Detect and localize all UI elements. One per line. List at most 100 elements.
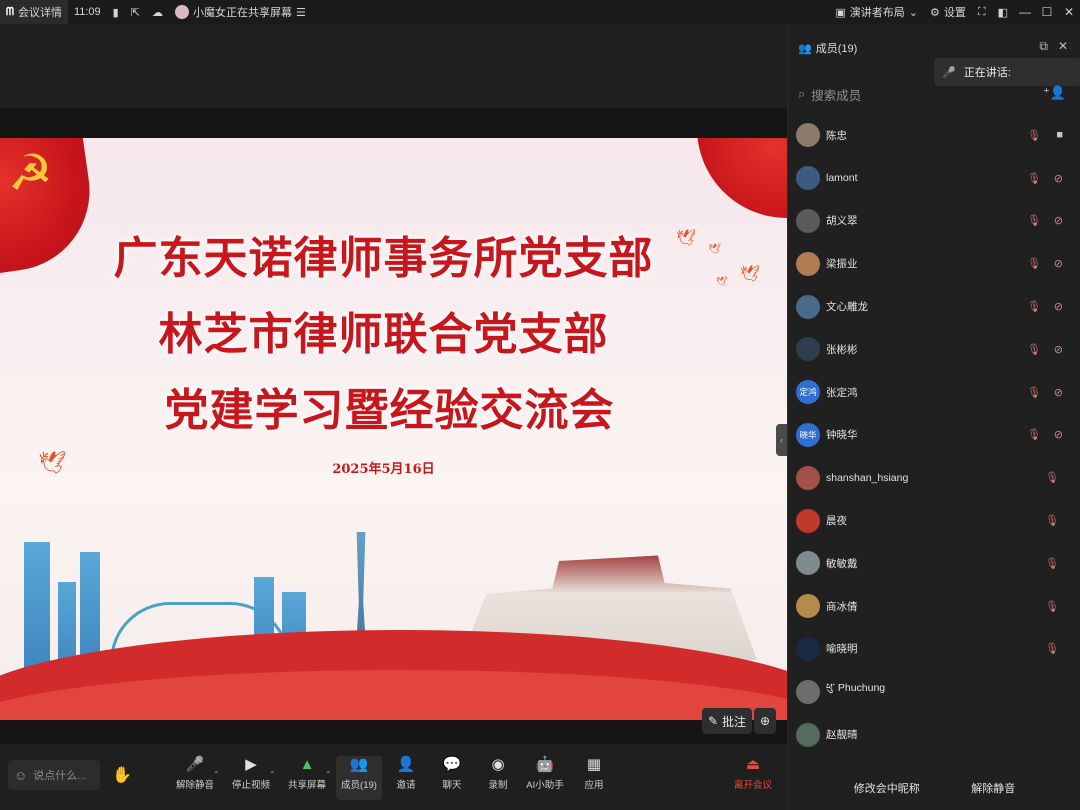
video-camera-icon: ▶ xyxy=(245,756,257,773)
mic-muted-icon[interactable]: 🎙 xyxy=(1027,343,1041,356)
share-screen-button[interactable]: ▲ 共享屏幕 xyxy=(284,756,330,800)
member-row[interactable]: 晓华 钟晓华 🎙 ⊘ xyxy=(788,414,1080,457)
close-icon[interactable]: ✕ xyxy=(1058,5,1080,19)
invite-button[interactable]: 👤 邀请 xyxy=(383,756,429,800)
invite-member-icon[interactable]: ⁺👤 xyxy=(1043,85,1066,101)
unmute-self-button[interactable]: 解除静音 xyxy=(971,780,1015,796)
city-tower xyxy=(24,542,50,672)
audio-options-chevron-icon[interactable]: ⌃ xyxy=(213,770,220,779)
member-row[interactable]: 定鸿 张定鸿 🎙 ⊘ xyxy=(788,371,1080,414)
mic-muted-icon[interactable]: 🎙 xyxy=(1045,642,1059,655)
member-row[interactable]: 梁振业 🎙 ⊘ xyxy=(788,242,1080,285)
apps-grid-icon: ▦ xyxy=(586,756,602,773)
title-bar: ᗰ 会议详情 11:09 ▮ ⇱ ☁ 小魔女正在共享屏幕 ☰ ▣ 演讲者布局 ⌄… xyxy=(0,0,1080,24)
avatar xyxy=(796,166,820,191)
annotate-button[interactable]: ✎ 批注 xyxy=(702,708,752,734)
mic-muted-icon[interactable]: 🎙 xyxy=(1045,514,1059,527)
camera-icon[interactable]: ■ xyxy=(1056,129,1063,141)
mic-muted-icon[interactable]: 🎙 xyxy=(1027,300,1041,313)
shared-slide: ☭ 广东天诺律师事务所党支部 林芝市律师联合党支部 党建学习暨经验交流会 202… xyxy=(0,138,787,720)
mic-muted-icon[interactable]: 🎙 xyxy=(1027,172,1041,185)
zoom-in-icon: ⊕ xyxy=(759,714,771,728)
zoom-button[interactable]: ⊕ xyxy=(754,708,776,734)
member-row[interactable]: 喻晓明 🎙 xyxy=(788,628,1080,671)
rename-button[interactable]: 修改会中昵称 xyxy=(854,780,920,796)
member-name: 张定鸿 xyxy=(826,386,858,399)
meeting-time: 11:09 xyxy=(68,0,107,24)
member-name: 喻晓明 xyxy=(826,643,858,656)
presenter-layout-button[interactable]: ▣ 演讲者布局 ⌄ xyxy=(829,0,924,24)
member-row[interactable]: 晨夜 🎙 xyxy=(788,499,1080,542)
mic-muted-icon[interactable]: 🎙 xyxy=(1045,557,1059,570)
camera-off-icon[interactable]: ⊘ xyxy=(1054,257,1063,270)
member-row[interactable]: 赵靓晴 xyxy=(788,713,1080,756)
member-row[interactable]: ཕུ་ Phuchung xyxy=(788,670,1080,713)
shared-screen-stage[interactable]: ☭ 广东天诺律师事务所党支部 林芝市律师联合党支部 党建学习暨经验交流会 202… xyxy=(0,24,787,744)
stop-video-button[interactable]: ▶ 停止视频 xyxy=(228,756,274,800)
meeting-details-label: 会议详情 xyxy=(17,7,62,19)
mic-muted-icon[interactable]: 🎙 xyxy=(1027,386,1041,399)
member-row[interactable]: 张彬彬 🎙 ⊘ xyxy=(788,328,1080,371)
members-panel: 👥 成员(19) ⧉ ✕ 🎤 正在讲话: ⌕ 搜索成员 ⁺👤 陈忠 🎙 ■ lamon… xyxy=(787,24,1080,810)
camera-off-icon[interactable]: ⊘ xyxy=(1054,172,1063,185)
unmute-button[interactable]: 🎤 解除静音 xyxy=(172,756,218,800)
member-row[interactable]: 陈忠 🎙 ■ xyxy=(788,114,1080,157)
meeting-toolbar: ☺ 说点什么... ✋ 🎤 解除静音 ⌃ ▶ 停止视频 ⌃ ▲ 共享屏幕 ⌃ 👥… xyxy=(0,744,787,810)
share-screen-icon: ▲ xyxy=(299,756,315,773)
member-row[interactable]: 文心雕龙 🎙 ⊘ xyxy=(788,285,1080,328)
cloud-icon[interactable]: ☁ xyxy=(146,0,169,24)
member-name: 文心雕龙 xyxy=(826,301,868,314)
camera-off-icon[interactable]: ⊘ xyxy=(1054,386,1063,399)
quick-chat-input[interactable]: ☺ 说点什么... xyxy=(8,760,100,790)
share-options-chevron-icon[interactable]: ⌃ xyxy=(325,770,332,779)
close-panel-icon[interactable]: ✕ xyxy=(1058,39,1068,54)
member-name: 晨夜 xyxy=(826,515,847,528)
signal-icon[interactable]: ▮ xyxy=(107,0,125,24)
record-button[interactable]: ◉ 录制 xyxy=(475,756,521,800)
sharing-notice[interactable]: 小魔女正在共享屏幕 ☰ xyxy=(169,0,312,24)
sidebar-toggle-icon[interactable]: ◧ xyxy=(992,0,1014,24)
panel-footer: 修改会中昵称 解除静音 xyxy=(788,766,1080,810)
member-name: 敏敏戴 xyxy=(826,557,858,570)
settings-button[interactable]: ⚙ 设置 xyxy=(924,0,972,24)
video-options-chevron-icon[interactable]: ⌃ xyxy=(269,770,276,779)
member-row[interactable]: 商冰倩 🎙 xyxy=(788,585,1080,628)
chat-placeholder: 说点什么... xyxy=(33,770,87,782)
camera-off-icon[interactable]: ⊘ xyxy=(1054,214,1063,227)
chat-button[interactable]: 💬 聊天 xyxy=(429,756,475,800)
mic-muted-icon[interactable]: 🎙 xyxy=(1045,600,1059,613)
member-search-input[interactable]: ⌕ 搜索成员 xyxy=(798,82,1068,106)
ai-assistant-button[interactable]: 🤖 AI小助手 xyxy=(522,756,568,800)
mic-muted-icon[interactable]: 🎙 xyxy=(1027,257,1041,270)
member-name: 梁振业 xyxy=(826,258,858,271)
raise-hand-icon[interactable]: ✋ xyxy=(110,760,134,790)
camera-off-icon[interactable]: ⊘ xyxy=(1054,343,1063,356)
member-name: shanshan_hsiang xyxy=(826,471,909,484)
camera-off-icon[interactable]: ⊘ xyxy=(1054,428,1063,441)
avatar xyxy=(796,251,820,276)
camera-off-icon[interactable]: ⊘ xyxy=(1054,300,1063,313)
mic-muted-icon[interactable]: 🎙 xyxy=(1027,214,1041,227)
maximize-icon[interactable]: ☐ xyxy=(1036,5,1058,19)
leave-meeting-button[interactable]: ⏏ 离开会议 xyxy=(730,756,776,800)
members-icon: 👥 xyxy=(798,42,812,55)
members-label: 成员(19) xyxy=(341,780,377,791)
members-button[interactable]: 👥 成员(19) xyxy=(336,756,382,800)
pen-icon: ✎ xyxy=(707,714,719,728)
avatar xyxy=(796,123,820,148)
minimize-icon[interactable]: — xyxy=(1014,5,1036,19)
menu-icon[interactable]: ☰ xyxy=(296,6,306,19)
fullscreen-icon[interactable]: ⛶ xyxy=(972,0,992,24)
apps-button[interactable]: ▦ 应用 xyxy=(571,756,617,800)
member-row[interactable]: 敏敏戴 🎙 xyxy=(788,542,1080,585)
member-row[interactable]: shanshan_hsiang 🎙 xyxy=(788,456,1080,499)
member-row[interactable]: lamont 🎙 ⊘ xyxy=(788,157,1080,200)
pop-out-icon[interactable]: ⧉ xyxy=(1039,39,1048,54)
share-link-icon[interactable]: ⇱ xyxy=(125,0,146,24)
mic-muted-icon[interactable]: 🎙 xyxy=(1045,471,1059,484)
mic-muted-icon[interactable]: 🎙 xyxy=(1027,129,1041,142)
collapse-panel-handle[interactable]: ‹ xyxy=(776,424,787,456)
mic-muted-icon[interactable]: 🎙 xyxy=(1027,428,1041,441)
meeting-details-button[interactable]: ᗰ 会议详情 xyxy=(0,0,68,24)
member-row[interactable]: 胡义翠 🎙 ⊘ xyxy=(788,200,1080,243)
